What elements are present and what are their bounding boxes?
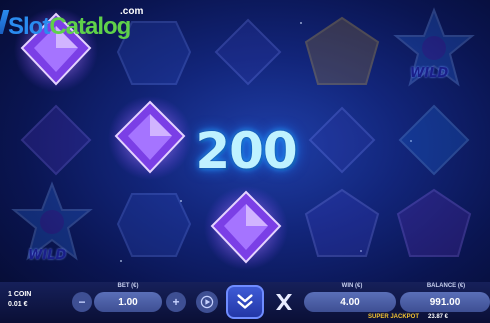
purple-diamond-gem [14, 98, 98, 182]
coin-info[interactable]: 1 COIN 0.01 € [8, 290, 48, 310]
turbo-button[interactable] [272, 290, 296, 314]
autoplay-button[interactable] [196, 291, 218, 313]
bet-label: BET (€) [117, 283, 139, 289]
win-label: WIN (€) [341, 283, 363, 289]
autoplay-icon [200, 295, 214, 309]
game-stage: WILD WILD 200 Slot Catalog .com 1 COIN 0… [0, 0, 490, 323]
balance-value: 991.00 [400, 292, 490, 312]
win-value: 4.00 [304, 292, 396, 312]
plus-icon: + [172, 295, 180, 309]
gold-pentagon-gem [300, 10, 384, 94]
logo-catalog-text: Catalog [49, 13, 131, 40]
spin-icon [237, 294, 253, 309]
bet-increase-button[interactable]: + [166, 292, 186, 312]
spin-button[interactable] [226, 285, 264, 319]
blue-square-gem [112, 182, 196, 266]
minus-icon: − [78, 295, 86, 309]
turbo-icon [276, 294, 292, 310]
blue-diamond-gem [392, 98, 476, 182]
purple-diamond-gem [204, 186, 288, 270]
dark-diamond-gem [206, 10, 290, 94]
coin-value: 0.01 € [8, 301, 28, 308]
jackpot-value: 23.87 € [428, 314, 449, 320]
wild-label: WILD [28, 248, 67, 263]
bet-decrease-button[interactable]: − [72, 292, 92, 312]
coin-count: 1 COIN [8, 291, 32, 298]
logo-com-text: .com [120, 6, 144, 17]
bet-value: 1.00 [94, 292, 162, 312]
blue-pentagon-gem [300, 182, 384, 266]
purple-pentagon-gem [392, 182, 476, 266]
slotcatalog-logo: Slot Catalog .com [0, 6, 143, 40]
wild-label: WILD [410, 66, 449, 81]
logo-slot-text: Slot [8, 13, 50, 40]
win-amount-display: 200 [195, 122, 297, 180]
balance-label: BALANCE (€) [426, 283, 466, 289]
dark-diamond-gem [300, 98, 384, 182]
jackpot-label: SUPER JACKPOT [368, 314, 420, 320]
purple-diamond-gem [108, 96, 192, 180]
